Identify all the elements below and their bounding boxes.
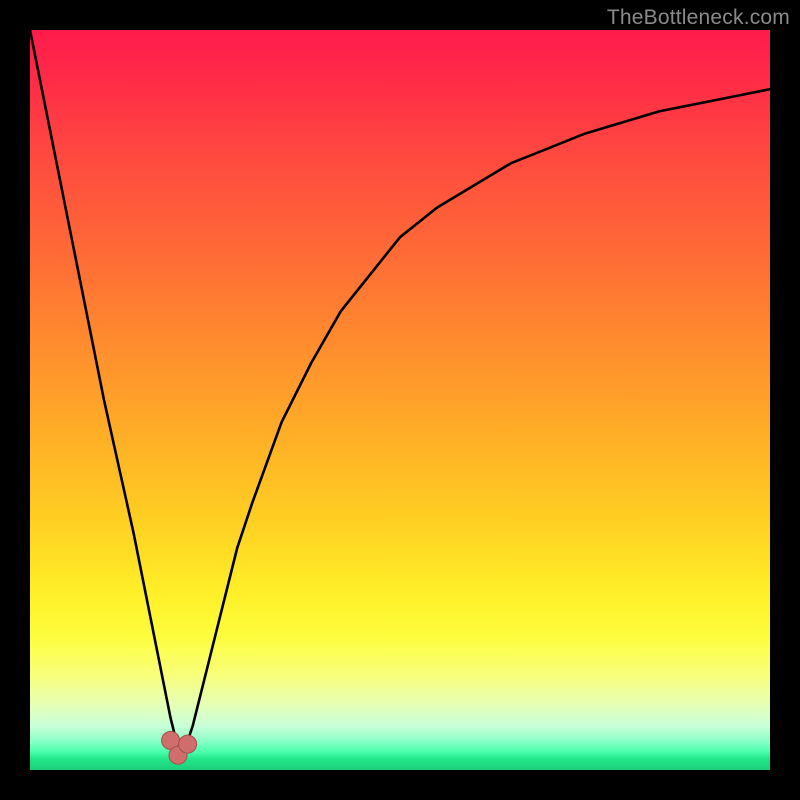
min-markers-group	[162, 731, 197, 764]
watermark-text: TheBottleneck.com	[607, 6, 790, 30]
curve-layer	[30, 30, 770, 770]
plot-area	[30, 30, 770, 770]
min-region-right-marker	[179, 735, 197, 753]
bottleneck-curve	[30, 30, 770, 748]
chart-frame: TheBottleneck.com	[0, 0, 800, 800]
